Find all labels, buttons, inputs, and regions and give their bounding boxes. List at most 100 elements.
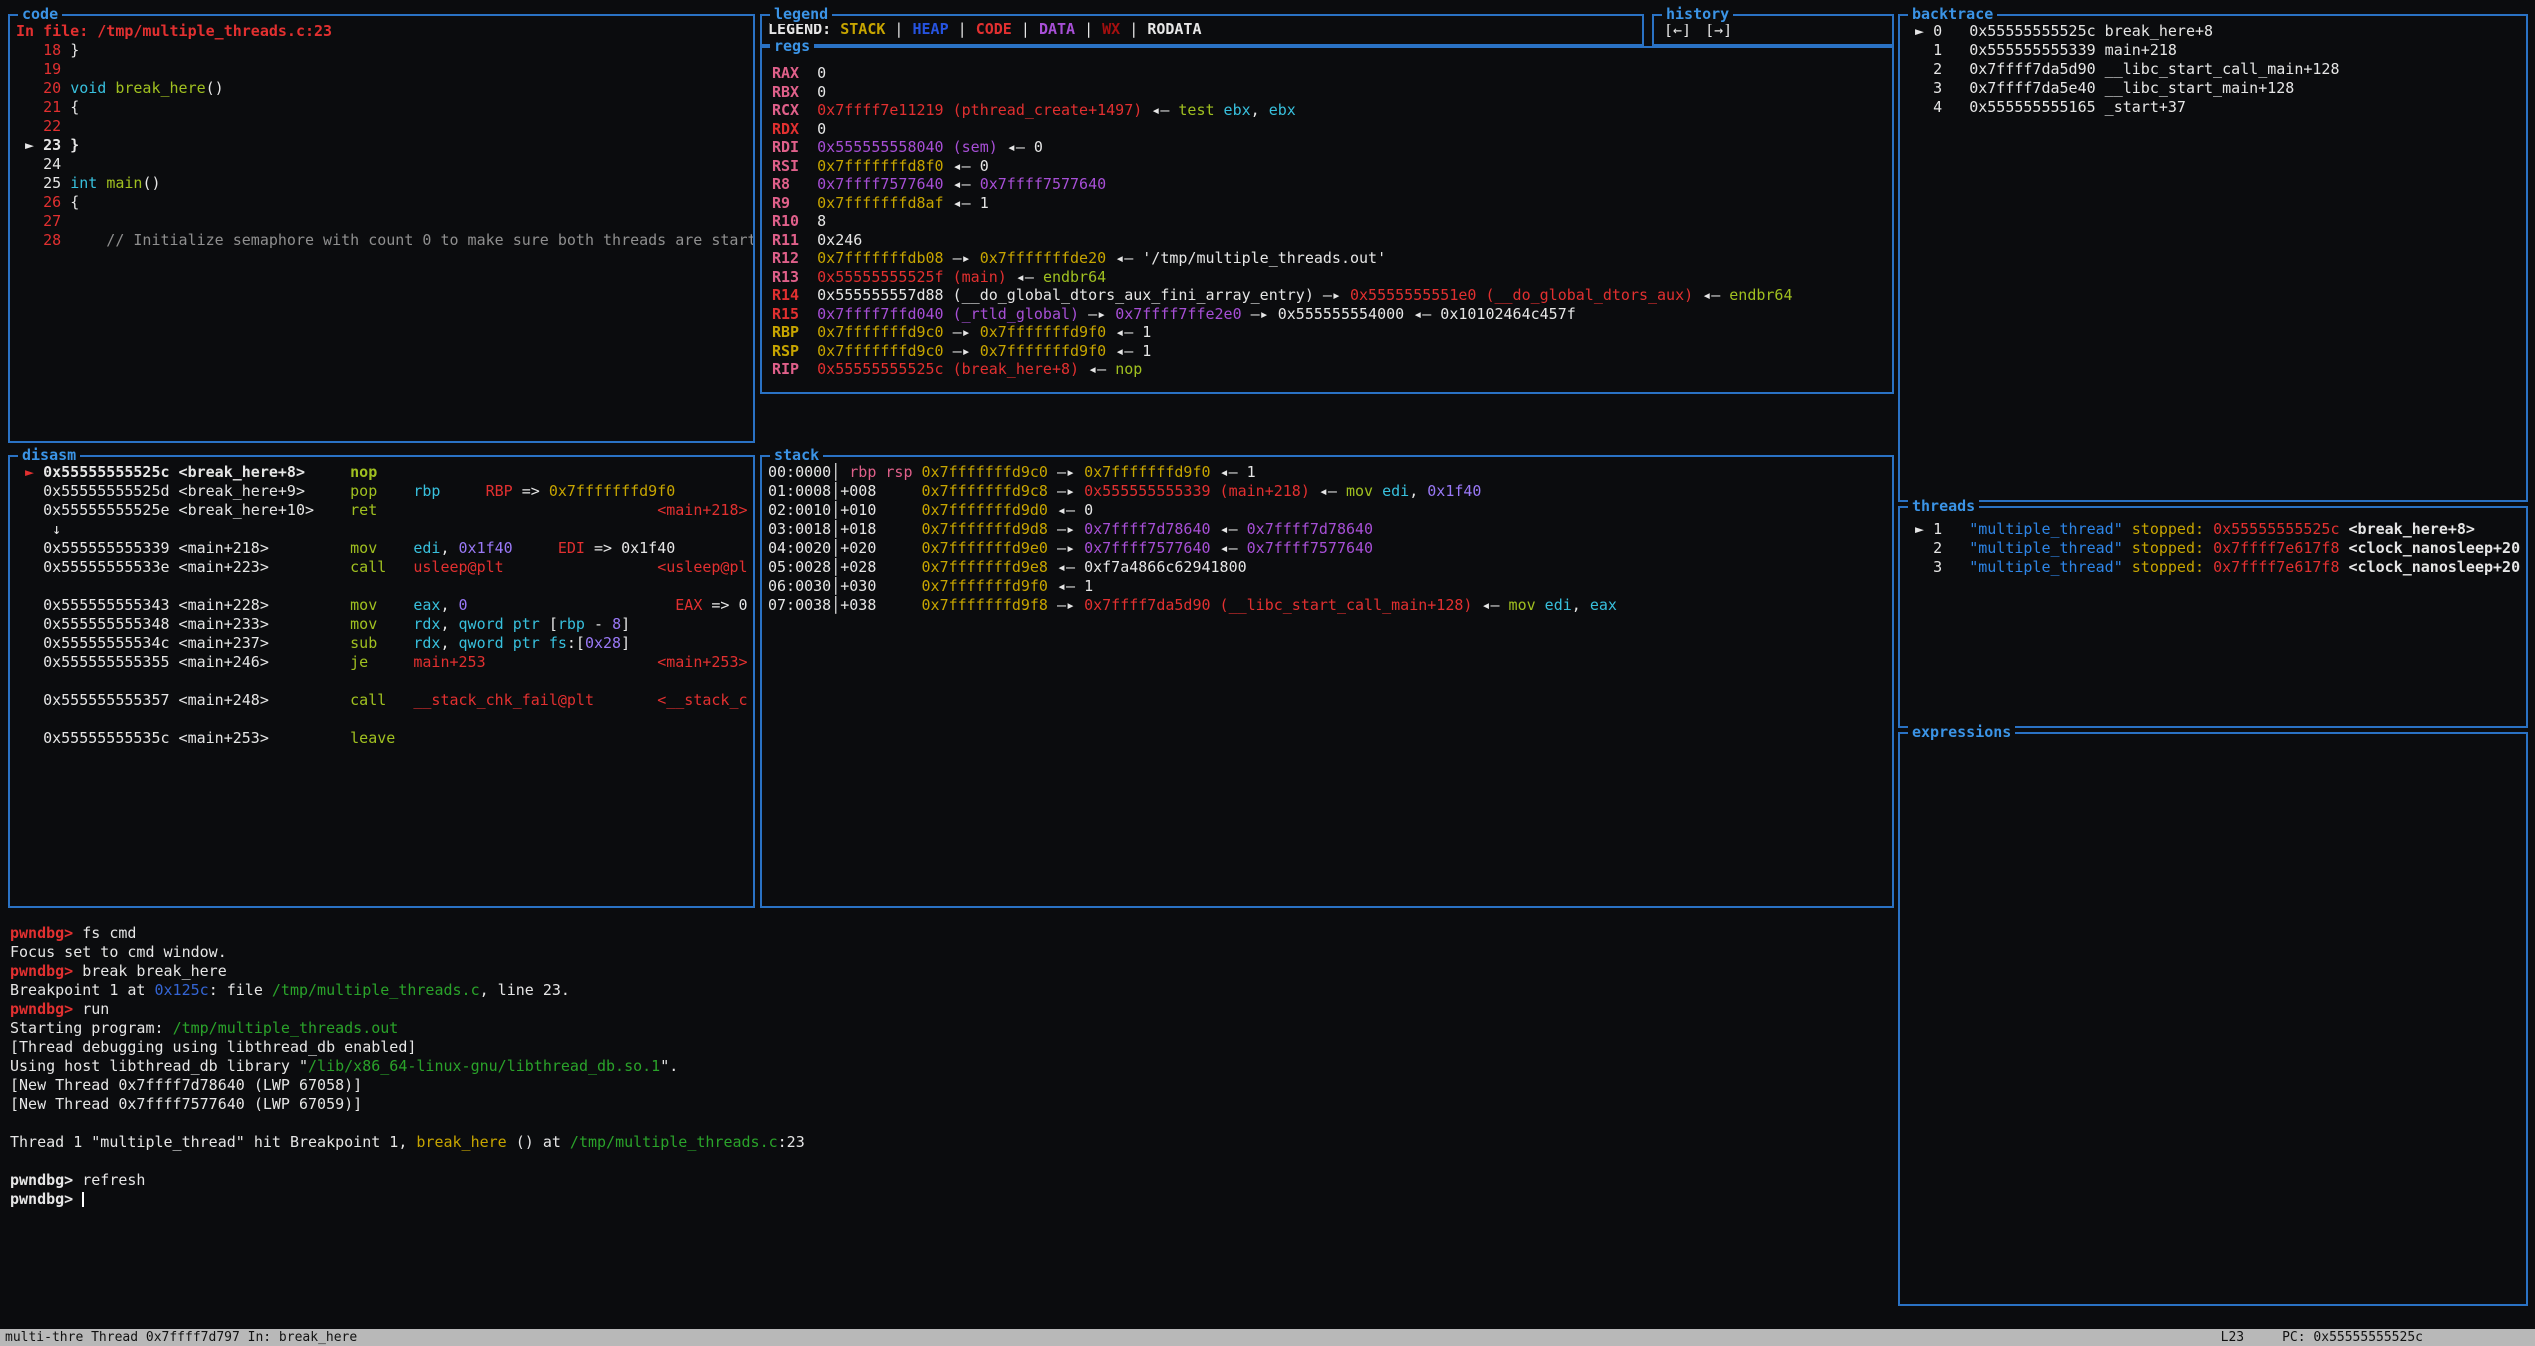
text-segment: 00:0000│: [768, 463, 849, 481]
text-segment: EAX: [675, 596, 702, 614]
text-segment: [2123, 520, 2132, 538]
expressions-panel-title: expressions: [1908, 723, 2015, 742]
text-segment: 20: [16, 79, 70, 97]
stack-panel-title: stack: [770, 446, 823, 465]
source-line: 25 int main(): [16, 174, 753, 193]
text-segment: 0x7ffff7577640: [1084, 539, 1219, 557]
text-segment: 0: [817, 120, 826, 138]
text-segment: [594, 691, 657, 709]
console-line: Focus set to cmd window.: [10, 943, 1890, 962]
console-line: [10, 1152, 1890, 1171]
text-segment: 0x1f40: [459, 539, 513, 557]
text-segment: 0x7fffffffd9c0: [922, 463, 1057, 481]
text-segment: —▸: [953, 249, 980, 267]
text-segment: call: [350, 558, 386, 576]
thread-row: ► 1 "multiple_thread" stopped: 0x5555555…: [1906, 520, 2526, 539]
text-segment: 22: [16, 117, 61, 135]
backtrace-panel: backtrace ► 0 0x55555555525c break_here+…: [1898, 14, 2528, 502]
gdb-console[interactable]: pwndbg> fs cmdFocus set to cmd window.pw…: [10, 924, 1890, 1209]
text-segment: ,: [1409, 482, 1427, 500]
text-segment: 0x125c: [155, 981, 209, 999]
text-segment: [269, 634, 350, 652]
register-row: RDX 0: [772, 120, 1892, 139]
stack-row: 05:0028│+028 0x7fffffffd9e8 ◂— 0xf7a4866…: [768, 558, 1892, 577]
text-segment: [16, 710, 25, 728]
text-segment: ret: [350, 501, 377, 519]
text-segment: —▸ 0x555555554000 ◂— 0x10102464c457f: [1251, 305, 1576, 323]
text-segment: —▸: [1057, 539, 1084, 557]
text-segment: [10, 1114, 19, 1132]
text-segment: qword ptr: [459, 615, 540, 633]
text-segment: ► 0 0x55555555525c break_here+8: [1906, 22, 2213, 40]
text-segment: <clock_nanosleep+20: [2349, 539, 2521, 557]
text-segment: 0x7fffffffd9f0: [549, 482, 675, 500]
source-code-view: In file: /tmp/multiple_threads.c:23 18 }…: [10, 16, 753, 441]
text-segment: ↓: [16, 520, 61, 538]
text-segment: ,: [440, 539, 458, 557]
text-segment: [10, 1152, 19, 1170]
text-segment: [368, 653, 413, 671]
threads-panel: threads ► 1 "multiple_thread" stopped: 0…: [1898, 506, 2528, 728]
text-segment: R11: [772, 231, 817, 249]
register-row: R10 8: [772, 212, 1892, 231]
text-segment: 0: [459, 596, 468, 614]
text-segment: sub: [350, 634, 377, 652]
text-segment: ,: [440, 634, 458, 652]
text-segment: ◂—: [1016, 268, 1043, 286]
text-segment: 0x555555555339 <main+218>: [16, 539, 269, 557]
text-segment: RCX: [772, 101, 817, 119]
stack-row: 06:0030│+030 0x7fffffffd9f0 ◂— 1: [768, 577, 1892, 596]
expressions-view: [1900, 734, 2526, 1304]
text-segment: R13: [772, 268, 817, 286]
text-segment: 24: [16, 155, 61, 173]
text-segment: ◂— 1: [953, 194, 989, 212]
text-segment: 0x7ffff7d78640: [1084, 520, 1219, 538]
text-segment: refresh: [82, 1171, 145, 1189]
text-segment: 0x555555555357 <main+248>: [16, 691, 269, 709]
legend-line: LEGEND: STACK | HEAP | CODE | DATA | WX …: [768, 20, 1642, 39]
text-segment: [2123, 539, 2132, 557]
text-segment: break break_here: [82, 962, 227, 980]
text-segment: -: [585, 615, 612, 633]
text-segment: mov: [350, 615, 377, 633]
text-segment: 28: [16, 231, 70, 249]
text-segment: |: [885, 20, 912, 38]
text-segment: Breakpoint 1 at: [10, 981, 155, 999]
text-segment: stopped:: [2132, 539, 2213, 557]
text-segment: ◂—: [1481, 596, 1508, 614]
text-segment: [2123, 558, 2132, 576]
text-segment: call: [350, 691, 386, 709]
console-line: Using host libthread_db library "/lib/x8…: [10, 1057, 1890, 1076]
text-segment: 0x7fffffffd9f8: [922, 596, 1057, 614]
text-segment: RODATA: [1147, 20, 1201, 38]
history-panel: history [←] [→]: [1652, 14, 1894, 46]
text-segment: run: [82, 1000, 109, 1018]
text-segment: leave: [350, 729, 395, 747]
text-segment: ◂— 1: [1220, 463, 1256, 481]
stack-row: 02:0010│+010 0x7fffffffd9d0 ◂— 0: [768, 501, 1892, 520]
text-segment: <__stack_c: [657, 691, 747, 709]
text-segment: 0: [817, 83, 826, 101]
text-segment: rbp rsp: [849, 463, 912, 481]
text-segment: (): [206, 79, 224, 97]
text-segment: [1536, 596, 1545, 614]
text-segment: [377, 482, 413, 500]
text-segment: 0x7fffffffd9c0: [817, 342, 952, 360]
text-segment: eax: [1590, 596, 1617, 614]
text-segment: pwndbg>: [10, 924, 82, 942]
text-segment: 0x7fffffffd9d8: [922, 520, 1057, 538]
backtrace-frame-row: ► 0 0x55555555525c break_here+8: [1906, 22, 2526, 41]
stack-panel: stack 00:0000│ rbp rsp 0x7fffffffd9c0 —▸…: [760, 455, 1894, 908]
disassembly-panel-title: disasm: [18, 446, 80, 465]
text-segment: ".: [660, 1057, 678, 1075]
disassembly-row: 0x555555555355 <main+246> je main+253 <m…: [16, 653, 753, 672]
text-segment: 0x555555555348 <main+233>: [16, 615, 269, 633]
text-segment: 03:0018│+018: [768, 520, 922, 538]
text-segment: 0x55555555534c <main+237>: [16, 634, 269, 652]
text-segment: [386, 558, 413, 576]
thread-row: 3 "multiple_thread" stopped: 0x7ffff7e61…: [1906, 558, 2526, 577]
disassembly-row: 0x55555555525d <break_here+9> pop rbp RB…: [16, 482, 753, 501]
text-segment: [New Thread 0x7ffff7d78640 (LWP 67058)]: [10, 1076, 362, 1094]
text-segment: test: [1178, 101, 1214, 119]
status-line-number: L23: [2221, 1329, 2244, 1346]
